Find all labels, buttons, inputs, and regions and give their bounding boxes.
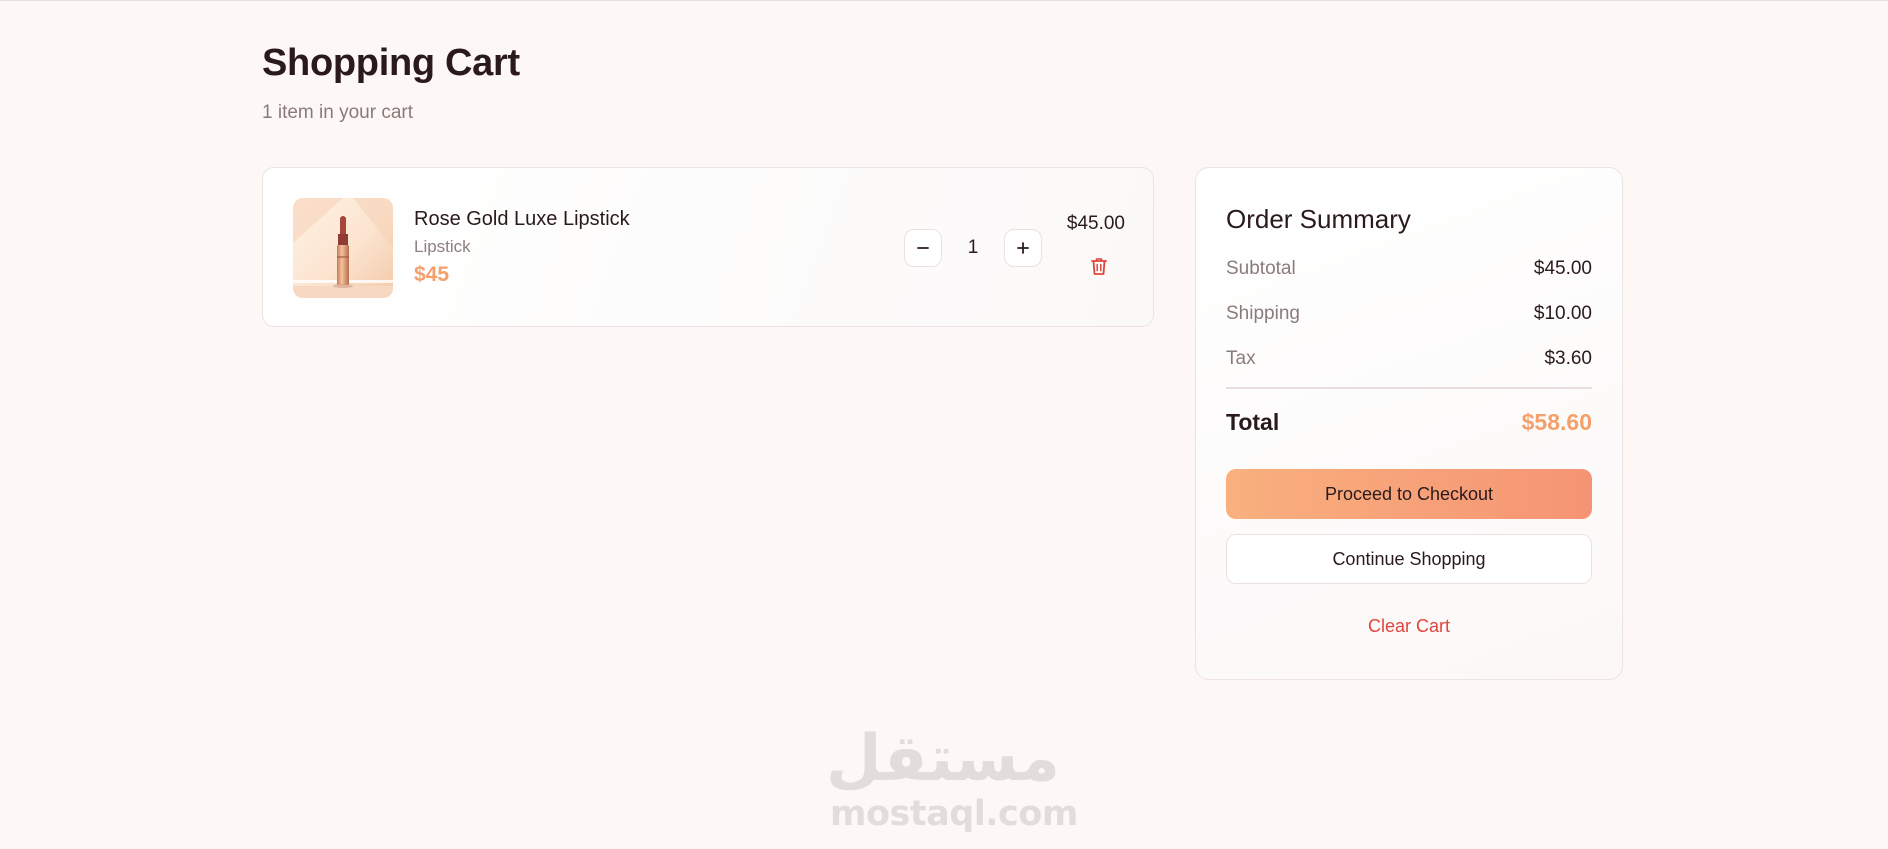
subtotal-row: Subtotal $45.00	[1226, 258, 1592, 280]
total-row: Total $58.60	[1226, 409, 1592, 436]
continue-shopping-button[interactable]: Continue Shopping	[1226, 534, 1592, 584]
total-value: $58.60	[1521, 409, 1592, 435]
lipstick-product-image[interactable]	[293, 198, 393, 298]
top-divider	[0, 0, 1888, 1]
item-name[interactable]: Rose Gold Luxe Lipstick	[414, 208, 630, 231]
tax-label: Tax	[1226, 348, 1256, 369]
clear-cart-button[interactable]: Clear Cart	[1226, 616, 1592, 637]
lipstick-product-photo-icon	[293, 198, 393, 298]
proceed-to-checkout-button[interactable]: Proceed to Checkout	[1226, 469, 1592, 519]
page-title: Shopping Cart	[262, 42, 520, 84]
item-unit-price: $45	[414, 263, 450, 286]
summary-divider	[1226, 387, 1592, 389]
increase-quantity-button[interactable]	[1004, 229, 1042, 267]
order-summary-card: Order Summary Subtotal $45.00 Shipping $…	[1195, 167, 1623, 680]
item-category: Lipstick	[414, 237, 471, 256]
quantity-value: 1	[967, 237, 979, 258]
shipping-value: $10.00	[1533, 303, 1592, 324]
minus-icon	[917, 247, 929, 249]
tax-value: $3.60	[1544, 348, 1592, 369]
order-summary-title: Order Summary	[1226, 204, 1411, 234]
cart-item-count: 1 item in your cart	[262, 102, 413, 123]
subtotal-label: Subtotal	[1226, 258, 1296, 279]
item-line-total: $45.00	[1066, 213, 1125, 234]
trash-icon	[1091, 258, 1107, 275]
total-label: Total	[1226, 409, 1280, 435]
cart-item-card: Rose Gold Luxe Lipstick Lipstick $45 1 $…	[262, 167, 1154, 327]
mostaql-logo-icon: مستقل	[826, 722, 1060, 796]
subtotal-value: $45.00	[1533, 258, 1592, 279]
svg-text:مستقل: مستقل	[830, 722, 1056, 794]
mostaql-watermark: مستقل mostaql.com	[826, 722, 1078, 834]
plus-icon	[1017, 242, 1029, 254]
watermark-text: mostaql.com	[830, 794, 1078, 834]
shipping-label: Shipping	[1226, 303, 1300, 324]
decrease-quantity-button[interactable]	[904, 229, 942, 267]
tax-row: Tax $3.60	[1226, 348, 1592, 370]
remove-item-button[interactable]	[1087, 254, 1111, 278]
shipping-row: Shipping $10.00	[1226, 303, 1592, 325]
